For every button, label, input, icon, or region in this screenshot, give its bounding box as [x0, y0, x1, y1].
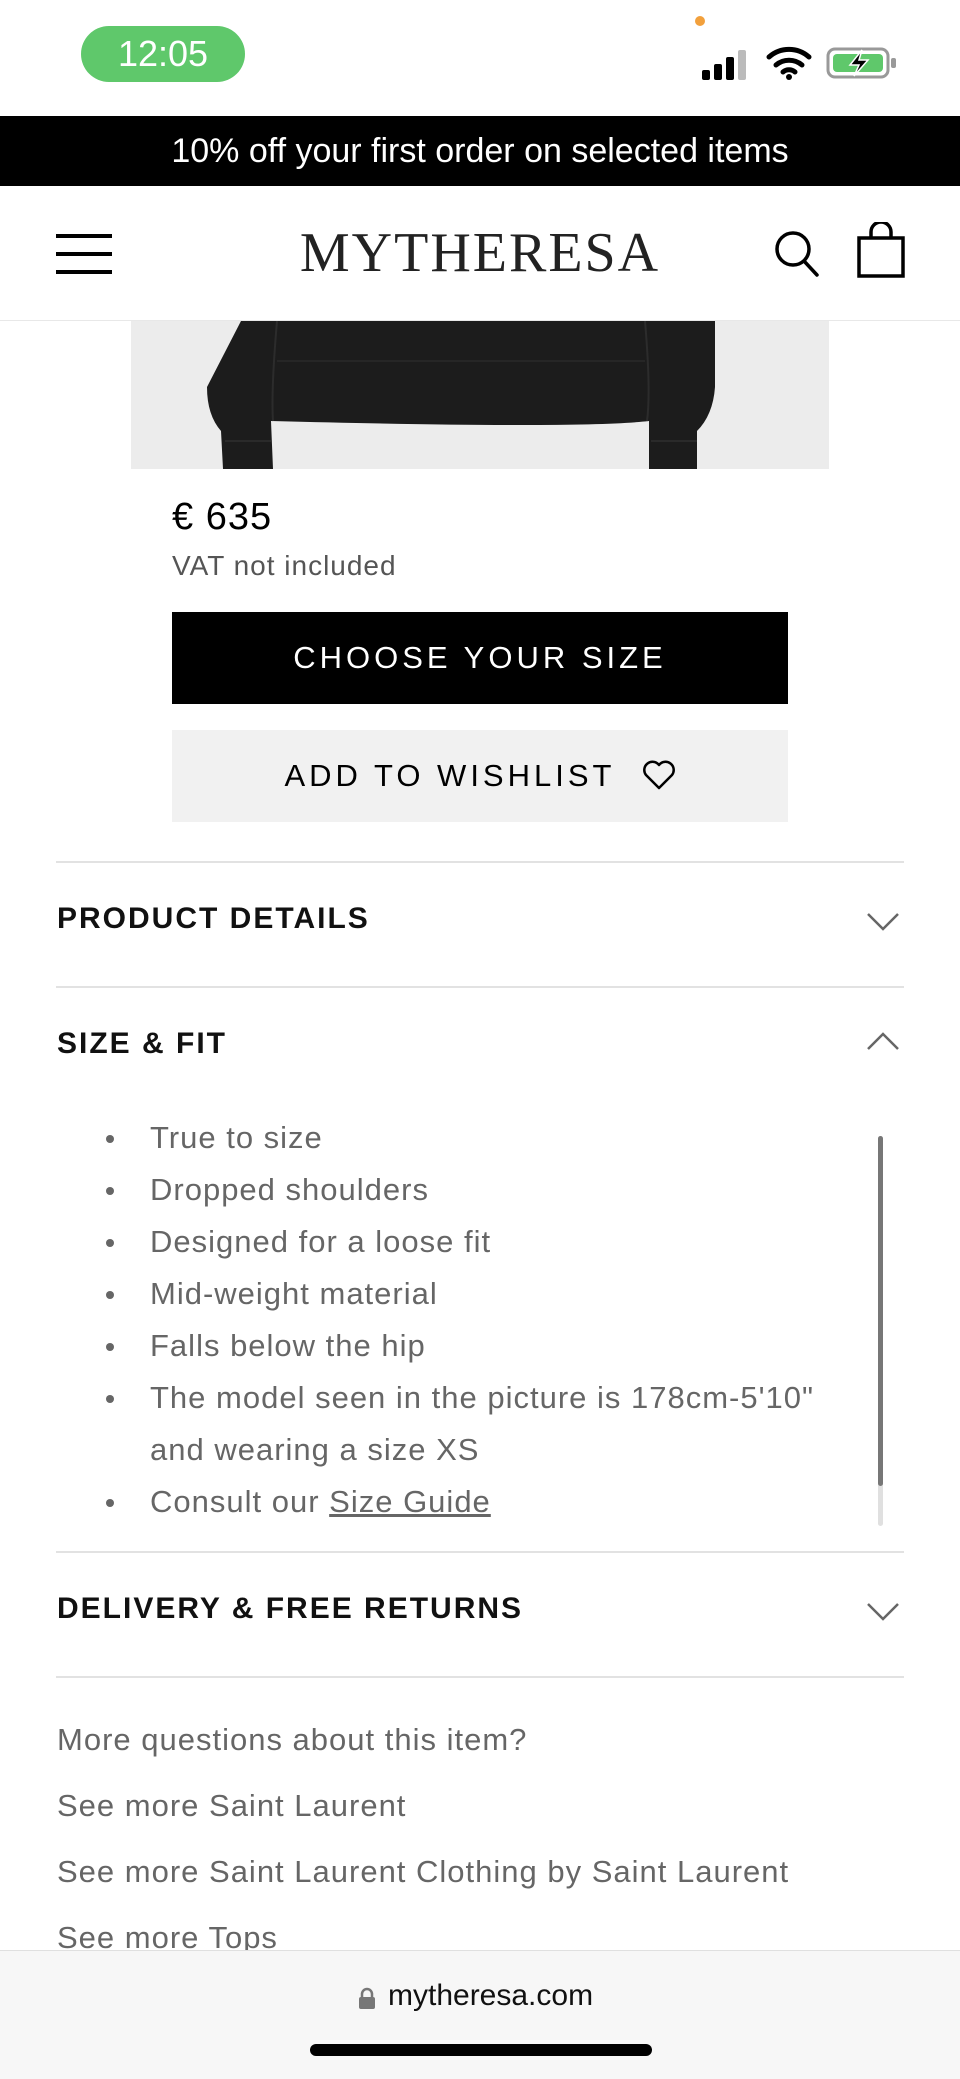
- status-time: 12:05: [81, 26, 245, 82]
- sweatshirt-image: [207, 321, 715, 469]
- battery-charging-icon: [826, 47, 896, 79]
- accordion-size-fit[interactable]: SIZE & FIT: [56, 987, 904, 1097]
- url-text: mytheresa.com: [388, 1979, 594, 2012]
- bag-icon[interactable]: [856, 222, 906, 278]
- status-bar: 12:05: [0, 0, 960, 116]
- lock-icon: [359, 1987, 375, 2009]
- browser-address-bar[interactable]: mytheresa.com: [0, 1950, 960, 2079]
- size-fit-list: True to size Dropped shoulders Designed …: [96, 1112, 876, 1528]
- size-guide-link[interactable]: Size Guide: [329, 1484, 491, 1519]
- accordion-title: SIZE & FIT: [57, 1027, 227, 1060]
- divider: [56, 1676, 904, 1678]
- see-more-brand-link[interactable]: See more Saint Laurent: [57, 1788, 406, 1824]
- chevron-up-icon: [867, 1032, 899, 1050]
- product-price: € 635: [172, 496, 273, 538]
- list-item: The model seen in the picture is 178cm-5…: [96, 1372, 876, 1476]
- site-logo[interactable]: MYTHERESA: [290, 218, 670, 288]
- privacy-indicator-dot: [695, 16, 705, 26]
- more-questions-link[interactable]: More questions about this item?: [57, 1722, 527, 1758]
- accordion-delivery-returns[interactable]: DELIVERY & FREE RETURNS: [56, 1552, 904, 1676]
- heart-icon: [642, 760, 675, 790]
- menu-icon-bar: [56, 234, 112, 238]
- wifi-icon: [766, 46, 812, 80]
- see-more-brand-clothing-link[interactable]: See more Saint Laurent Clothing by Saint…: [57, 1854, 789, 1890]
- list-item: Dropped shoulders: [96, 1164, 876, 1216]
- search-icon[interactable]: [772, 228, 820, 278]
- list-item: Falls below the hip: [96, 1320, 876, 1372]
- list-item: Designed for a loose fit: [96, 1216, 876, 1268]
- chevron-down-icon: [867, 1603, 899, 1621]
- list-item: Mid-weight material: [96, 1268, 876, 1320]
- signal-icon: [702, 50, 746, 80]
- accordion-product-details[interactable]: PRODUCT DETAILS: [56, 862, 904, 986]
- chevron-down-icon: [867, 913, 899, 931]
- vat-note: VAT not included: [172, 550, 397, 581]
- menu-icon-bar: [56, 252, 112, 256]
- accordion-title: DELIVERY & FREE RETURNS: [57, 1592, 524, 1625]
- menu-button[interactable]: [56, 234, 112, 274]
- wishlist-label: ADD TO WISHLIST: [284, 758, 615, 793]
- scrollbar-thumb[interactable]: [878, 1136, 883, 1486]
- list-item: Consult our Size Guide: [96, 1476, 876, 1528]
- choose-size-button[interactable]: CHOOSE YOUR SIZE: [172, 612, 788, 704]
- add-to-wishlist-button[interactable]: ADD TO WISHLIST: [172, 730, 788, 822]
- product-image[interactable]: [131, 321, 829, 469]
- accordion-title: PRODUCT DETAILS: [57, 902, 370, 935]
- site-header: MYTHERESA: [0, 186, 960, 321]
- menu-icon-bar: [56, 270, 112, 274]
- promo-banner[interactable]: 10% off your first order on selected ite…: [0, 116, 960, 186]
- list-item: True to size: [96, 1112, 876, 1164]
- home-indicator[interactable]: [310, 2044, 652, 2056]
